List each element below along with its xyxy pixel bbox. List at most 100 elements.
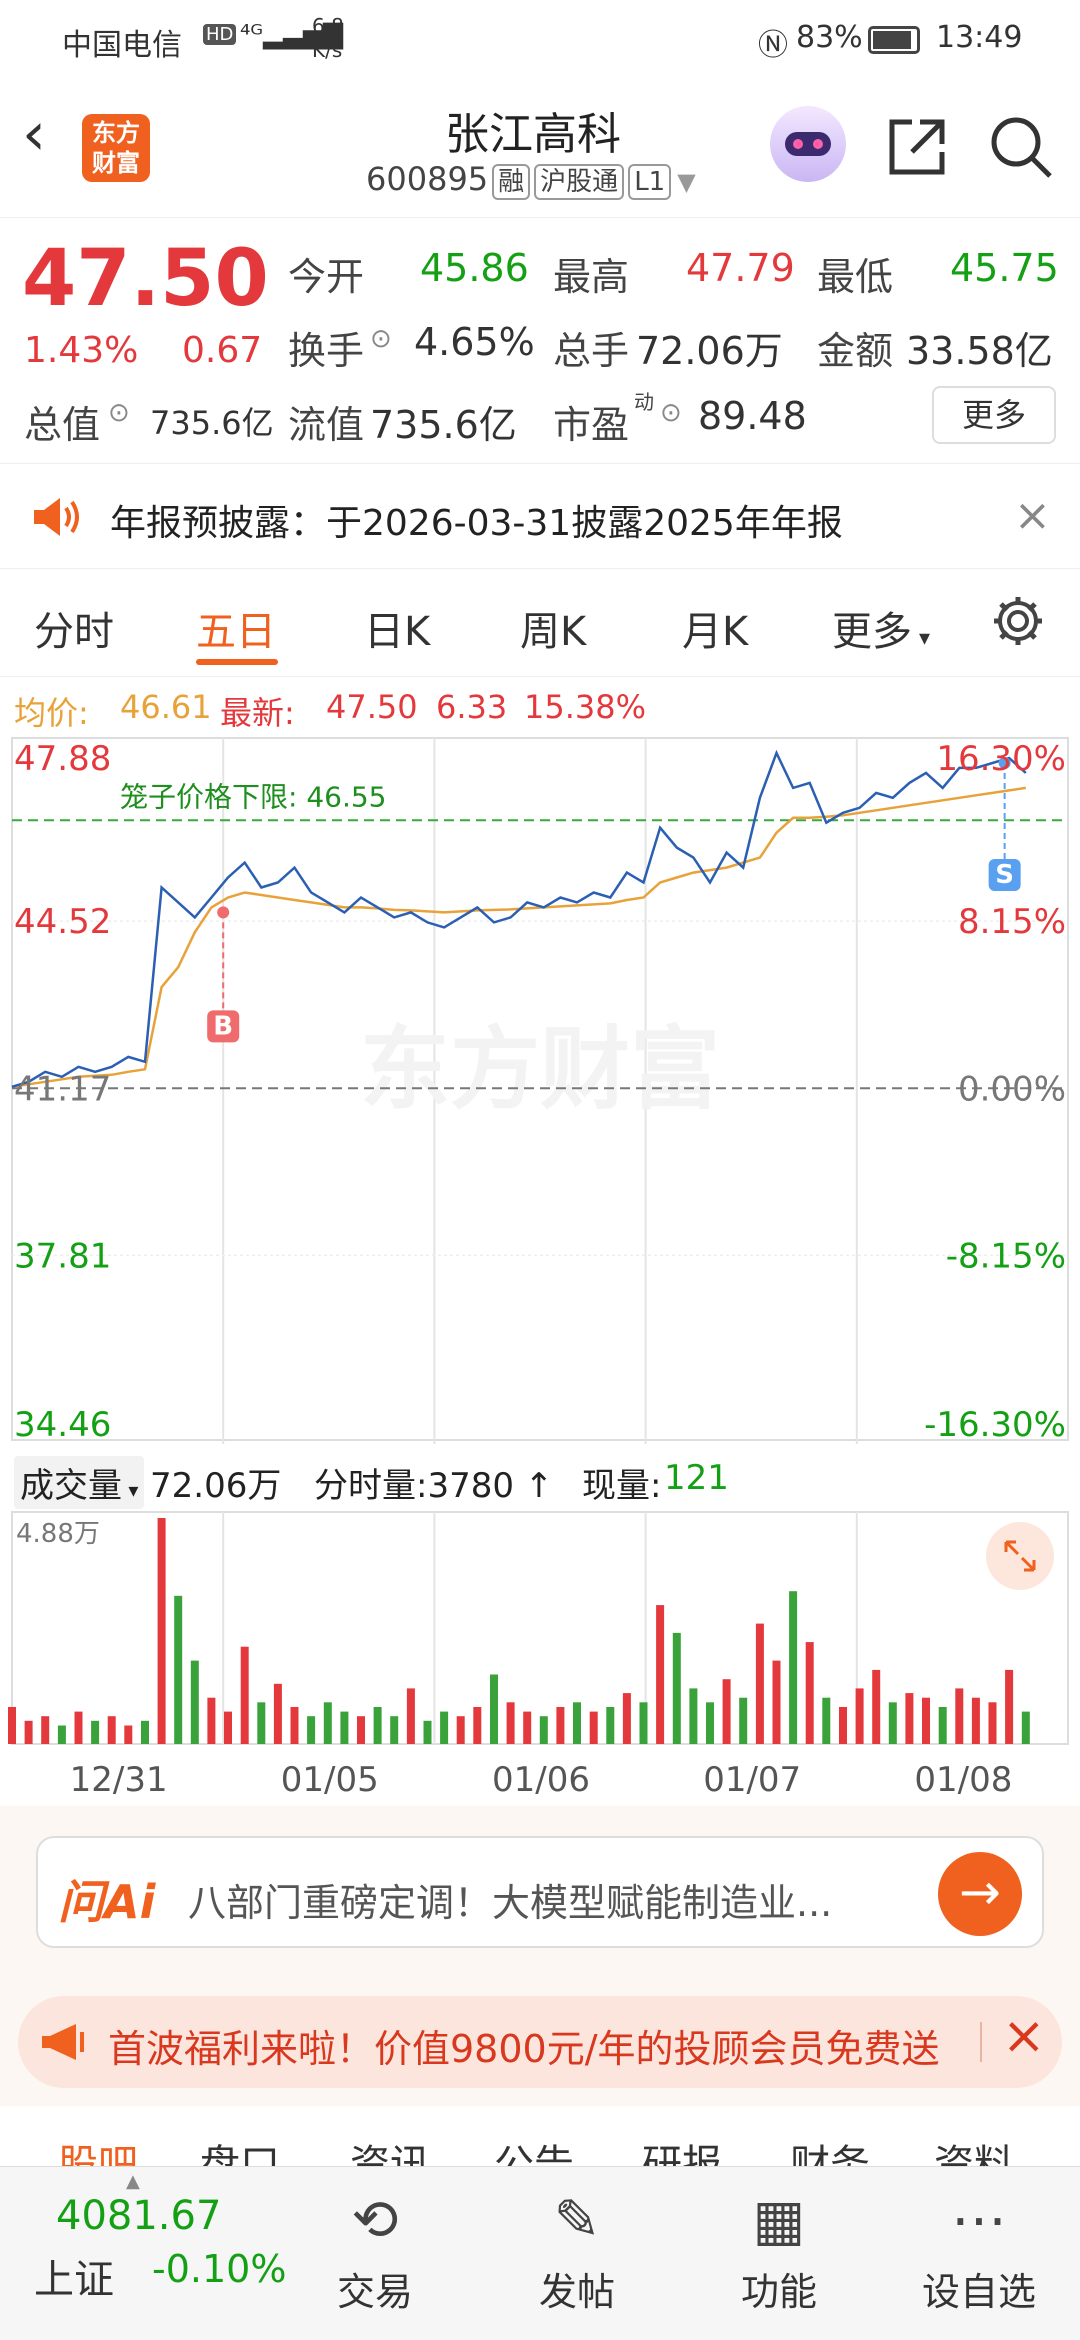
- tab-active-indicator: [196, 659, 278, 665]
- promo-banner[interactable]: 首波福利来啦！价值9800元/年的投顾会员免费送 ×: [18, 1996, 1062, 2088]
- tab-intraday[interactable]: 分时: [34, 599, 114, 657]
- clock: 13:49: [936, 20, 1023, 55]
- date-label: 01/07: [703, 1760, 802, 1800]
- search-icon[interactable]: [988, 114, 1054, 180]
- volume-bar: [124, 1725, 133, 1744]
- nav-add-watchlist[interactable]: ⋯ 设自选: [914, 2181, 1044, 2316]
- volume-bar: [406, 1688, 415, 1744]
- settings-icon[interactable]: [990, 593, 1046, 649]
- subtab-finance[interactable]: 财务: [790, 2132, 870, 2166]
- change-pct-value: 15.38%: [524, 688, 647, 726]
- volume-bar: [556, 1707, 565, 1744]
- ai-brand: 问Ai: [58, 1875, 156, 1929]
- grid-icon: ▦: [752, 2188, 806, 2253]
- volume-bar: [456, 1716, 465, 1744]
- notice-bar[interactable]: 年报预披露：于2026-03-31披露2025年年报 ×: [0, 463, 1080, 569]
- cage-price-label: 笼子价格下限: 46.55: [120, 780, 387, 813]
- subtab-pankou[interactable]: 盘口: [200, 2132, 280, 2166]
- volume-bar: [622, 1693, 631, 1744]
- more-button[interactable]: 更多: [932, 386, 1056, 444]
- subtab-guba[interactable]: 股吧: [58, 2132, 138, 2166]
- back-icon[interactable]: ‹: [22, 104, 46, 164]
- close-icon[interactable]: ×: [1002, 2006, 1046, 2066]
- index-value[interactable]: 4081.67: [56, 2193, 221, 2239]
- current-volume-label: 现量:: [582, 1466, 662, 1506]
- volume-selector[interactable]: 成交量 ▾: [14, 1456, 145, 1509]
- info-icon[interactable]: ⊙: [660, 398, 682, 428]
- change-percent: 1.43%: [24, 330, 139, 371]
- price-chart[interactable]: 东方财富 笼子价格下限: 46.55 B S 47.88 16.30% 44.52 8.…: [0, 730, 1080, 1448]
- subtab-news[interactable]: 资讯: [350, 2132, 430, 2166]
- tab-five-day[interactable]: 五日: [196, 599, 276, 657]
- volume-bar: [190, 1660, 199, 1744]
- info-icon[interactable]: ⊙: [370, 324, 392, 354]
- volume-bar: [905, 1693, 914, 1744]
- promo-text: 首波福利来啦！价值9800元/年的投顾会员免费送: [108, 2027, 940, 2071]
- y-label-left: 41.17: [14, 1069, 111, 1109]
- mktcap-label: 总值: [24, 403, 101, 447]
- amount-value: 33.58亿: [906, 329, 1053, 373]
- volume-chart[interactable]: 4.88万: [0, 1510, 1080, 1750]
- float-value: 735.6亿: [370, 403, 517, 447]
- volume-bar: [373, 1707, 382, 1744]
- info-icon[interactable]: ⊙: [108, 398, 130, 428]
- subtab-research[interactable]: 研报: [642, 2132, 722, 2166]
- status-bar: 中国电信 HD ⁴ᴳ▂▃▅▇ 6.8 K/s Ⓝ 83% 13:49: [0, 0, 1080, 84]
- tab-week-k[interactable]: 周K: [520, 599, 586, 657]
- volume-bar: [307, 1716, 316, 1744]
- more-dots-icon: ⋯: [951, 2188, 1007, 2253]
- tab-more[interactable]: 更多 ▾: [832, 599, 930, 657]
- volume-bar: [706, 1702, 714, 1744]
- change-amount: 0.67: [182, 330, 263, 371]
- share-icon[interactable]: [886, 116, 948, 178]
- volume-bar: [340, 1711, 349, 1744]
- nav-trade[interactable]: ⟲ 交易: [310, 2181, 440, 2316]
- expand-icon-bg[interactable]: [986, 1522, 1054, 1590]
- stock-code-row[interactable]: 600895 融沪股通 L1 ▼: [366, 160, 696, 200]
- high-value: 47.79: [686, 246, 795, 290]
- volume-bar: [922, 1697, 930, 1744]
- volume-bar: [74, 1711, 83, 1744]
- volume-bar: [157, 1518, 166, 1744]
- arrow-right-icon[interactable]: →: [938, 1852, 1022, 1936]
- ai-robot-icon[interactable]: [770, 106, 846, 182]
- volume-bar: [57, 1725, 66, 1744]
- close-icon[interactable]: ×: [1014, 490, 1051, 541]
- volume-label: 总手: [553, 329, 630, 373]
- high-label: 最高: [553, 255, 630, 299]
- pe-value: 89.48: [698, 394, 807, 438]
- volume-bar: [938, 1707, 947, 1744]
- ai-question-box[interactable]: 问Ai 八部门重磅定调！大模型赋能制造业... →: [36, 1836, 1044, 1948]
- current-volume-value: 121: [664, 1458, 729, 1498]
- volume-max-label: 4.88万: [16, 1519, 100, 1549]
- subtab-profile[interactable]: 资料: [934, 2132, 1014, 2166]
- battery-percent: 83%: [796, 20, 863, 55]
- tab-day-k[interactable]: 日K: [364, 599, 430, 657]
- volume-bars: [8, 1518, 1030, 1744]
- volume-bar: [888, 1702, 897, 1744]
- net-speed: 6.8 K/s: [312, 14, 344, 62]
- y-label-left: 44.52: [14, 902, 111, 942]
- notice-text: 年报预披露：于2026-03-31披露2025年年报: [110, 503, 843, 544]
- trade-icon: ⟲: [351, 2188, 399, 2253]
- index-name[interactable]: 上证: [34, 2247, 114, 2305]
- ai-prompt-text: 八部门重磅定调！大模型赋能制造业...: [188, 1881, 833, 1925]
- volume-bar: [672, 1632, 681, 1744]
- volume-bar: [473, 1707, 482, 1744]
- volume-bar: [988, 1702, 997, 1744]
- tab-month-k[interactable]: 月K: [682, 599, 748, 657]
- app-logo[interactable]: 东方财富: [82, 114, 150, 182]
- nav-post[interactable]: ✎ 发帖: [512, 2181, 642, 2316]
- avg-value: 46.61: [120, 688, 212, 726]
- volume-bar: [739, 1697, 748, 1744]
- y-label-right: 0.00%: [958, 1069, 1066, 1109]
- volume-bar: [606, 1707, 615, 1744]
- volume-bar: [24, 1720, 33, 1744]
- nav-functions[interactable]: ▦ 功能: [714, 2181, 844, 2316]
- volume-bar: [290, 1707, 299, 1744]
- tag-level: L1: [628, 164, 672, 200]
- index-percent[interactable]: -0.10%: [152, 2247, 286, 2291]
- float-label: 流值: [288, 403, 365, 447]
- low-label: 最低: [817, 255, 894, 299]
- subtab-announcements[interactable]: 公告: [494, 2132, 574, 2166]
